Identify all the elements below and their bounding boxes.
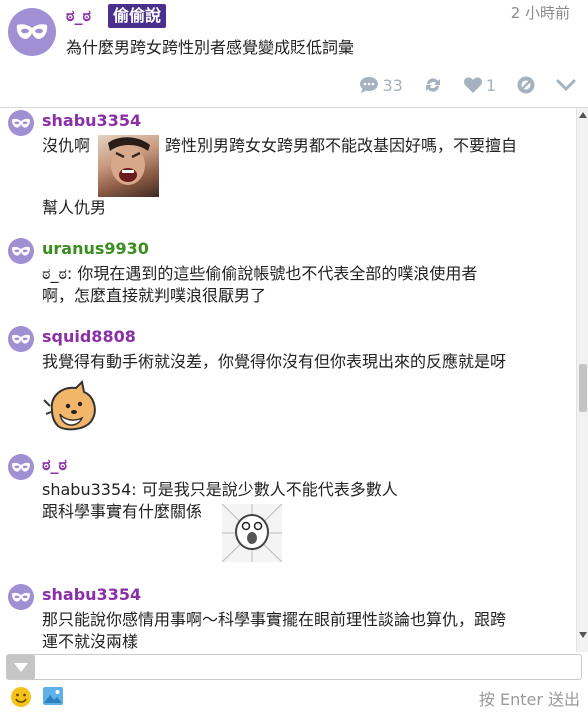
avatar[interactable] xyxy=(8,238,34,264)
dog-sticker[interactable] xyxy=(42,380,102,436)
image-icon xyxy=(43,687,63,705)
response-author[interactable]: squid8808 xyxy=(42,327,136,346)
response-text: shabu3354: 可是我只是說少數人不能代表多數人 xyxy=(42,480,398,499)
avatar[interactable] xyxy=(8,584,34,610)
avatar[interactable] xyxy=(8,110,34,136)
response-text-line2: 運不就沒兩樣 xyxy=(42,632,139,651)
mask-icon xyxy=(12,118,30,128)
scroll-up-arrow-icon[interactable] xyxy=(579,112,587,118)
response-author[interactable]: uranus9930 xyxy=(42,239,149,258)
avatar[interactable] xyxy=(8,454,34,480)
response-text: 我覺得有動手術就沒差，你覺得你沒有但你表現出來的反應就是呀 xyxy=(42,352,507,371)
mask-icon xyxy=(12,334,30,344)
laughing-face-sticker[interactable] xyxy=(98,135,159,197)
mask-icon xyxy=(12,462,30,472)
chevron-down-icon xyxy=(556,79,576,92)
post-timestamp: 2 小時前 xyxy=(510,4,570,22)
heart-icon xyxy=(463,77,482,93)
shocked-face-sticker[interactable] xyxy=(222,504,282,562)
emoticon-button[interactable] xyxy=(10,686,32,712)
replurk-icon xyxy=(425,78,440,92)
more-options-button[interactable] xyxy=(556,78,576,92)
avatar[interactable] xyxy=(8,326,34,352)
response-item: squid8808 我覺得有動手術就沒差，你覺得你沒有但你表現出來的反應就是呀 xyxy=(0,326,576,438)
response-item: ಠ_ಠ shabu3354: 可是我只是說少數人不能代表多數人 跟科學事實有什麼… xyxy=(0,454,576,570)
mute-icon xyxy=(517,76,535,94)
response-text: 那只能說你感情用事啊～科學事實擺在眼前理性談論也算仇，跟跨 xyxy=(42,610,507,629)
response-scrollbar[interactable] xyxy=(576,108,588,652)
response-text-line2: 跟科學事實有什麼關係 xyxy=(42,502,203,521)
scroll-down-arrow-icon[interactable] xyxy=(579,632,587,638)
scroll-thumb[interactable] xyxy=(579,364,587,412)
response-text: ಠ_ಠ: 你現在遇到的這些偷偷說帳號也不代表全部的噗浪使用者 xyxy=(42,264,478,283)
avatar[interactable] xyxy=(8,8,56,56)
post-content: 為什麼男跨女跨性別者感覺變成貶低詞彙 xyxy=(66,38,355,57)
send-hint: 按 Enter 送出 xyxy=(478,690,580,709)
post-actions: 33 1 xyxy=(339,72,576,98)
response-input-area: 按 Enter 送出 xyxy=(0,652,588,721)
response-count-button[interactable]: 33 xyxy=(359,75,403,95)
response-item: uranus9930 ಠ_ಠ: 你現在遇到的這些偷偷說帳號也不代表全部的噗浪使用… xyxy=(0,238,576,310)
response-text-line2: 幫人仇男 xyxy=(42,198,107,217)
response-input[interactable] xyxy=(6,654,582,680)
speech-bubble-icon xyxy=(360,77,379,93)
response-author[interactable]: shabu3354 xyxy=(42,585,141,604)
mask-icon xyxy=(12,246,30,256)
smiley-icon xyxy=(11,687,31,707)
upload-image-button[interactable] xyxy=(42,686,64,710)
response-list: shabu3354 沒仇啊 跨性別男跨女女跨男都不能改基因好嗎，不要擅自 幫人仇… xyxy=(0,108,588,652)
response-count: 33 xyxy=(382,75,403,95)
replurk-button[interactable] xyxy=(423,75,443,95)
response-author[interactable]: shabu3354 xyxy=(42,111,141,130)
mute-button[interactable] xyxy=(516,75,536,95)
mask-icon xyxy=(12,592,30,602)
triangle-down-icon xyxy=(14,662,28,672)
response-item: shabu3354 那只能說你感情用事啊～科學事實擺在眼前理性談論也算仇，跟跨 … xyxy=(0,584,576,652)
plurk-post: ಠ_ಠ 偷偷說 2 小時前 為什麼男跨女跨性別者感覺變成貶低詞彙 33 1 xyxy=(0,0,588,108)
response-author[interactable]: ಠ_ಠ xyxy=(42,455,67,475)
mask-icon xyxy=(16,24,48,39)
post-author[interactable]: ಠ_ಠ xyxy=(66,6,91,26)
response-text-continued: 跨性別男跨女女跨男都不能改基因好嗎，不要擅自 xyxy=(165,136,518,155)
like-count: 1 xyxy=(485,75,496,95)
like-button[interactable]: 1 xyxy=(463,76,496,95)
response-item: shabu3354 沒仇啊 跨性別男跨女女跨男都不能改基因好嗎，不要擅自 幫人仇… xyxy=(0,110,576,222)
response-text-line2: 啊，怎麼直接就判噗浪很厭男了 xyxy=(42,286,267,305)
qualifier-toggle-button[interactable] xyxy=(7,655,35,679)
post-qualifier: 偷偷說 xyxy=(108,4,167,28)
